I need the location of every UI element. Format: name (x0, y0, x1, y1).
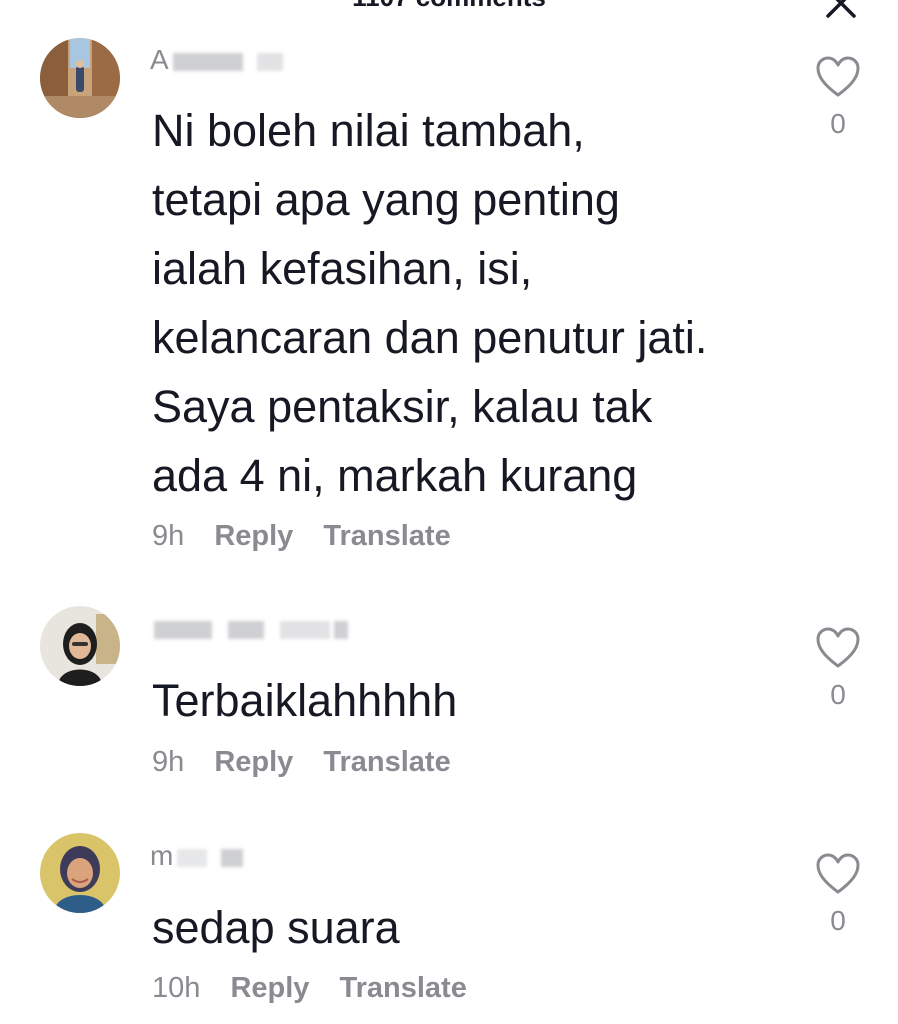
comment-username[interactable]: A (150, 44, 283, 76)
username-redaction (228, 620, 264, 639)
close-icon (826, 0, 856, 18)
reply-button[interactable]: Reply (214, 746, 293, 778)
close-button[interactable] (824, 0, 858, 20)
avatar[interactable] (40, 38, 120, 118)
like-area: 0 (812, 627, 864, 711)
username-redaction (177, 848, 208, 867)
heart-icon[interactable] (815, 853, 861, 895)
heart-icon[interactable] (815, 56, 861, 98)
translate-button[interactable]: Translate (340, 972, 467, 1004)
like-count: 0 (830, 108, 846, 139)
comment-text: Ni boleh nilai tambah, tetapi apa yang p… (152, 105, 708, 501)
comment-time: 9h (152, 520, 185, 552)
comment-meta: 9h Reply Translate (152, 520, 473, 553)
avatar[interactable] (40, 833, 120, 913)
avatar[interactable] (40, 606, 120, 686)
comment-time: 10h (152, 972, 201, 1004)
translate-button[interactable]: Translate (323, 746, 450, 778)
heart-icon[interactable] (815, 627, 861, 669)
username-redaction (280, 620, 330, 639)
avatar-street-photo-icon (40, 38, 120, 118)
avatar-person-icon (40, 833, 120, 913)
reply-button[interactable]: Reply (230, 972, 309, 1004)
comment-text: Terbaiklahhhhh (152, 675, 458, 726)
comments-count-title: 1107 comments (0, 0, 898, 13)
comment-username[interactable]: m (150, 840, 244, 872)
like-count: 0 (830, 679, 846, 710)
reply-button[interactable]: Reply (214, 520, 293, 552)
username-redaction (172, 52, 243, 71)
translate-button[interactable]: Translate (323, 520, 450, 552)
username-redaction (221, 848, 244, 867)
like-area: 0 (812, 853, 864, 937)
comment-meta: 9h Reply Translate (152, 746, 473, 779)
username-redaction (256, 52, 283, 71)
username-redaction (154, 620, 212, 639)
like-count: 0 (830, 905, 846, 936)
like-area: 0 (812, 56, 864, 140)
comment-meta: 10h Reply Translate (152, 972, 489, 1005)
comments-sheet: 1107 comments A Ni boleh nilai tambah, t… (0, 0, 898, 1024)
comment-username[interactable] (150, 612, 348, 644)
comment-time: 9h (152, 746, 185, 778)
avatar-person-icon (40, 606, 120, 686)
comment-text: sedap suara (152, 902, 400, 953)
username-redaction (334, 620, 348, 639)
